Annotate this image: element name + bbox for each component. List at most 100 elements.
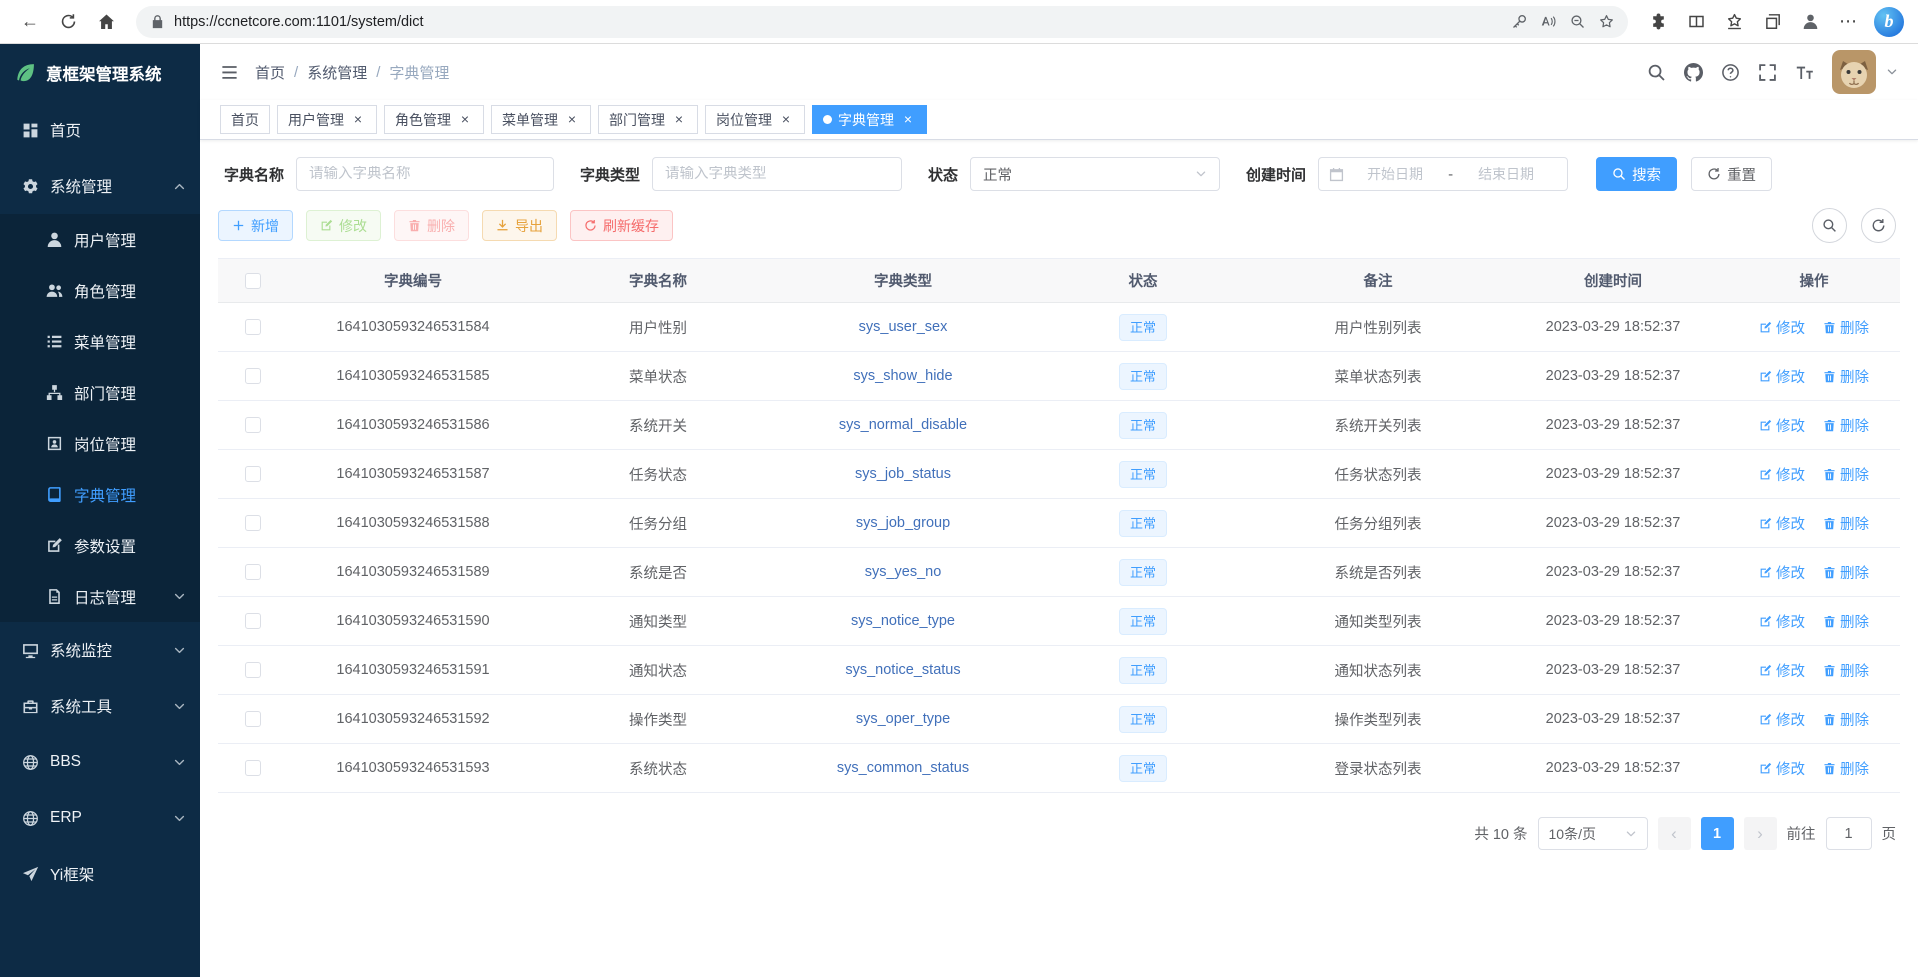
sidebar-item-post-management[interactable]: 岗位管理: [0, 418, 200, 469]
dict-type-link[interactable]: sys_normal_disable: [839, 417, 967, 433]
back-icon[interactable]: ←: [14, 6, 46, 38]
bing-icon[interactable]: b: [1874, 7, 1904, 37]
sidebar-toggle-icon[interactable]: [220, 63, 239, 82]
reload-icon[interactable]: [52, 6, 84, 38]
close-icon[interactable]: ×: [350, 112, 366, 128]
row-delete-button[interactable]: 删除: [1823, 709, 1869, 730]
row-checkbox[interactable]: [245, 613, 261, 629]
toggle-search-icon[interactable]: [1812, 208, 1847, 243]
dict-type-link[interactable]: sys_oper_type: [856, 711, 950, 727]
row-edit-button[interactable]: 修改: [1759, 317, 1805, 338]
github-icon[interactable]: [1684, 63, 1703, 82]
row-delete-button[interactable]: 删除: [1823, 366, 1869, 387]
dict-type-link[interactable]: sys_common_status: [837, 760, 969, 776]
fullscreen-icon[interactable]: [1758, 63, 1777, 82]
close-icon[interactable]: ×: [778, 112, 794, 128]
dict-name-input[interactable]: [297, 166, 553, 182]
zoom-out-icon[interactable]: [1570, 14, 1585, 29]
date-range-picker[interactable]: 开始日期 - 结束日期: [1318, 157, 1568, 191]
row-edit-button[interactable]: 修改: [1759, 758, 1805, 779]
prev-page-button[interactable]: ‹: [1658, 817, 1691, 850]
row-delete-button[interactable]: 删除: [1823, 660, 1869, 681]
header-search-icon[interactable]: [1647, 63, 1666, 82]
select-all-checkbox[interactable]: [245, 273, 261, 289]
sidebar-item-log-management[interactable]: 日志管理: [0, 571, 200, 622]
delete-button[interactable]: 删除: [394, 210, 469, 241]
edit-button[interactable]: 修改: [306, 210, 381, 241]
close-icon[interactable]: ×: [900, 112, 916, 128]
dict-type-link[interactable]: sys_user_sex: [859, 319, 948, 335]
sidebar-item-home[interactable]: 首页: [0, 102, 200, 158]
dict-type-link[interactable]: sys_yes_no: [865, 564, 942, 580]
url-text[interactable]: https://ccnetcore.com:1101/system/dict: [174, 14, 1503, 30]
sidebar-item-system-monitor[interactable]: 系统监控: [0, 622, 200, 678]
close-icon[interactable]: ×: [457, 112, 473, 128]
refresh-table-icon[interactable]: [1861, 208, 1896, 243]
row-edit-button[interactable]: 修改: [1759, 415, 1805, 436]
sidebar-item-erp[interactable]: ERP: [0, 790, 200, 846]
tab-menu-management[interactable]: 菜单管理×: [491, 105, 591, 134]
row-edit-button[interactable]: 修改: [1759, 513, 1805, 534]
next-page-button[interactable]: ›: [1744, 817, 1777, 850]
extensions-icon[interactable]: [1642, 6, 1674, 38]
close-icon[interactable]: ×: [671, 112, 687, 128]
close-icon[interactable]: ×: [564, 112, 580, 128]
goto-page-input[interactable]: [1826, 817, 1872, 850]
sidebar-item-yi-framework[interactable]: Yi框架: [0, 846, 200, 902]
row-delete-button[interactable]: 删除: [1823, 562, 1869, 583]
row-checkbox[interactable]: [245, 662, 261, 678]
row-delete-button[interactable]: 删除: [1823, 415, 1869, 436]
read-aloud-icon[interactable]: [1541, 14, 1556, 29]
tab-post-management[interactable]: 岗位管理×: [705, 105, 805, 134]
add-button[interactable]: 新增: [218, 210, 293, 241]
favorite-star-icon[interactable]: [1599, 14, 1614, 29]
sidebar-item-user-management[interactable]: 用户管理: [0, 214, 200, 265]
help-icon[interactable]: [1721, 63, 1740, 82]
row-edit-button[interactable]: 修改: [1759, 709, 1805, 730]
browser-home-icon[interactable]: [90, 6, 122, 38]
row-delete-button[interactable]: 删除: [1823, 611, 1869, 632]
row-edit-button[interactable]: 修改: [1759, 366, 1805, 387]
sidebar-item-role-management[interactable]: 角色管理: [0, 265, 200, 316]
tab-dict-management[interactable]: 字典管理×: [812, 105, 927, 134]
sidebar-item-system-tools[interactable]: 系统工具: [0, 678, 200, 734]
reset-button[interactable]: 重置: [1691, 157, 1772, 191]
row-checkbox[interactable]: [245, 711, 261, 727]
password-key-icon[interactable]: [1512, 14, 1527, 29]
tab-home[interactable]: 首页: [220, 105, 270, 134]
more-icon[interactable]: ⋯: [1832, 6, 1864, 38]
font-size-icon[interactable]: [1795, 63, 1814, 82]
tab-role-management[interactable]: 角色管理×: [384, 105, 484, 134]
row-delete-button[interactable]: 删除: [1823, 317, 1869, 338]
row-edit-button[interactable]: 修改: [1759, 660, 1805, 681]
user-avatar[interactable]: [1832, 50, 1876, 94]
row-edit-button[interactable]: 修改: [1759, 562, 1805, 583]
page-size-select[interactable]: 10条/页: [1538, 817, 1648, 850]
row-delete-button[interactable]: 删除: [1823, 758, 1869, 779]
dict-type-link[interactable]: sys_notice_type: [851, 613, 955, 629]
row-checkbox[interactable]: [245, 515, 261, 531]
status-select[interactable]: 正常: [970, 157, 1220, 191]
dict-type-link[interactable]: sys_show_hide: [853, 368, 952, 384]
breadcrumb-item[interactable]: 首页: [255, 62, 285, 83]
search-button[interactable]: 搜索: [1596, 157, 1677, 191]
sidebar-item-dict-management[interactable]: 字典管理: [0, 469, 200, 520]
row-checkbox[interactable]: [245, 319, 261, 335]
row-checkbox[interactable]: [245, 564, 261, 580]
tab-dept-management[interactable]: 部门管理×: [598, 105, 698, 134]
dict-type-link[interactable]: sys_job_group: [856, 515, 950, 531]
row-checkbox[interactable]: [245, 368, 261, 384]
favorites-bar-icon[interactable]: [1718, 6, 1750, 38]
refresh-cache-button[interactable]: 刷新缓存: [570, 210, 673, 241]
chevron-down-icon[interactable]: [1886, 66, 1898, 78]
sidebar-item-bbs[interactable]: BBS: [0, 734, 200, 790]
breadcrumb-item[interactable]: 系统管理: [307, 62, 367, 83]
row-delete-button[interactable]: 删除: [1823, 464, 1869, 485]
sidebar-item-menu-management[interactable]: 菜单管理: [0, 316, 200, 367]
row-edit-button[interactable]: 修改: [1759, 464, 1805, 485]
dict-type-link[interactable]: sys_job_status: [855, 466, 951, 482]
split-screen-icon[interactable]: [1680, 6, 1712, 38]
sidebar-item-dept-management[interactable]: 部门管理: [0, 367, 200, 418]
sidebar-item-param-settings[interactable]: 参数设置: [0, 520, 200, 571]
row-checkbox[interactable]: [245, 760, 261, 776]
